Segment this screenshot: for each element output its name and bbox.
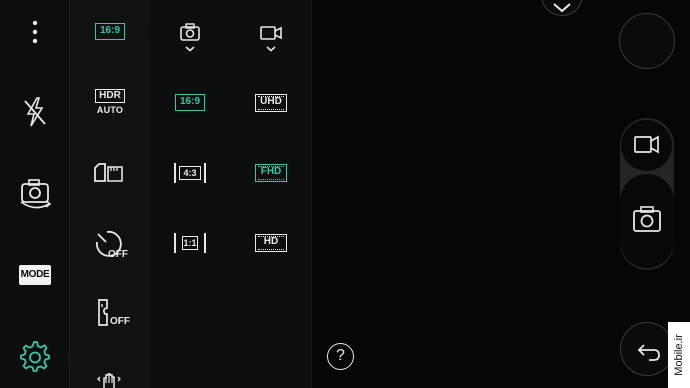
flash-off-icon[interactable] bbox=[22, 96, 48, 128]
photo-size-1-1[interactable]: 1:1 bbox=[174, 233, 206, 253]
voice-shutter-value: OFF bbox=[110, 316, 130, 327]
mode-label: MODE bbox=[20, 269, 50, 280]
watermark-text: Mobile.ir bbox=[673, 334, 685, 376]
storage-sd-icon[interactable] bbox=[94, 161, 126, 185]
aspect-ratio-label: 16:9 bbox=[99, 25, 120, 36]
gesture-shot-icon[interactable] bbox=[96, 370, 124, 388]
timer-icon[interactable]: OFF bbox=[94, 229, 130, 261]
help-label: ? bbox=[336, 347, 345, 364]
mode-icon[interactable]: MODE bbox=[19, 265, 51, 285]
hdr-value: AUTO bbox=[96, 105, 124, 115]
photo-size-16-9-label: 16:9 bbox=[179, 96, 200, 107]
settings-icon[interactable] bbox=[19, 341, 51, 373]
video-record-icon bbox=[634, 135, 659, 154]
settings-panel bbox=[69, 0, 152, 388]
video-size-fhd[interactable]: FHD bbox=[255, 164, 287, 182]
video-size-hd[interactable]: HD bbox=[255, 234, 287, 252]
photo-size-4-3-label: 4:3 bbox=[179, 166, 201, 180]
video-record-button[interactable] bbox=[621, 120, 672, 171]
hdr-label: HDR bbox=[95, 89, 125, 103]
photo-size-1-1-label: 1:1 bbox=[182, 236, 198, 250]
video-size-fhd-label: FHD bbox=[260, 166, 282, 177]
timer-value: OFF bbox=[108, 249, 128, 260]
video-size-hd-label: HD bbox=[263, 236, 279, 247]
switch-camera-icon[interactable] bbox=[17, 178, 53, 210]
more-vert-icon[interactable] bbox=[28, 18, 42, 46]
voice-shutter-icon[interactable]: OFF bbox=[96, 299, 130, 329]
settings-pointer bbox=[62, 350, 69, 364]
photo-size-panel bbox=[150, 0, 231, 388]
hdr-icon[interactable]: HDR AUTO bbox=[95, 89, 125, 115]
photo-camera-icon bbox=[178, 22, 202, 52]
video-size-panel bbox=[230, 0, 312, 388]
video-size-uhd[interactable]: UHD bbox=[255, 94, 287, 112]
aspect-ratio-icon[interactable]: 16:9 bbox=[95, 23, 125, 40]
gallery-thumb[interactable] bbox=[619, 13, 675, 69]
submenu-pointer bbox=[143, 25, 150, 39]
back-button[interactable] bbox=[620, 322, 674, 376]
collapse-button[interactable] bbox=[541, 0, 583, 16]
chevron-down-icon bbox=[553, 3, 571, 13]
shutter-camera-icon bbox=[633, 206, 661, 232]
video-size-uhd-label: UHD bbox=[260, 96, 282, 107]
shutter-button[interactable] bbox=[620, 174, 674, 268]
photo-size-16-9[interactable]: 16:9 bbox=[175, 94, 205, 111]
watermark: Mobile.ir bbox=[668, 322, 690, 388]
video-camera-icon bbox=[258, 22, 284, 52]
photo-size-4-3[interactable]: 4:3 bbox=[174, 163, 206, 183]
help-button[interactable]: ? bbox=[327, 343, 354, 370]
back-icon bbox=[637, 344, 660, 361]
